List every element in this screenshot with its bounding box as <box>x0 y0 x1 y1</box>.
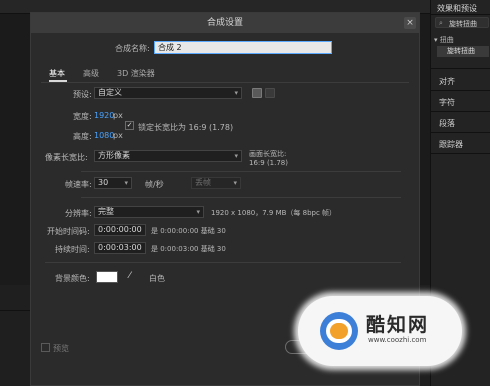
resolution-label: 分辨率: <box>65 209 92 218</box>
duration-info: 是 0:00:03:00 基础 30 <box>151 245 226 253</box>
search-icon: ⌕ <box>439 19 443 27</box>
panel-item-paragraph[interactable]: 段落 <box>439 118 455 129</box>
divider <box>431 132 490 133</box>
height-label: 高度: <box>73 132 92 141</box>
bg-color-name: 白色 <box>149 274 165 283</box>
chevron-down-icon: ▾ <box>233 179 237 187</box>
search-value: 旋转扭曲 <box>449 20 477 28</box>
bg-color-swatch[interactable] <box>96 271 118 283</box>
divider <box>431 153 490 154</box>
frame-rate-select[interactable]: 30 ▾ <box>94 177 132 189</box>
width-value[interactable]: 1920 <box>94 111 114 120</box>
preview-checkbox[interactable] <box>41 343 50 352</box>
preview-label: 预览 <box>53 344 69 353</box>
preset-value: 自定义 <box>98 88 122 97</box>
dialog-title: 合成设置 <box>31 13 419 33</box>
duration-input[interactable]: 0:00:03:00 <box>94 242 146 254</box>
start-timecode-input[interactable]: 0:00:00:00 <box>94 224 146 236</box>
frame-rate-label: 帧速率: <box>65 180 92 189</box>
logo-accent <box>330 323 348 339</box>
tab-3d-renderer[interactable]: 3D 渲染器 <box>117 68 155 79</box>
width-unit: px <box>113 111 123 120</box>
watermark-title: 酷知网 <box>366 314 430 336</box>
height-value[interactable]: 1080 <box>94 131 114 140</box>
resolution-select[interactable]: 完整 ▾ <box>94 206 204 218</box>
start-timecode-info: 是 0:00:00:00 基础 30 <box>151 227 226 235</box>
effects-presets-title: 效果和预设 <box>437 4 477 13</box>
lock-ratio-label: 锁定长宽比为 16:9 (1.78) <box>138 123 234 132</box>
effects-search-input[interactable]: ⌕ 旋转扭曲 <box>435 17 489 28</box>
start-timecode-label: 开始时间码: <box>47 227 90 236</box>
eyedropper-icon[interactable]: ⁄ <box>129 271 131 281</box>
divider <box>81 197 401 198</box>
chevron-down-icon: ▾ <box>124 179 128 187</box>
frame-rate-unit: 帧/秒 <box>145 180 164 189</box>
preset-select[interactable]: 自定义 ▾ <box>94 87 242 99</box>
divider <box>41 82 409 83</box>
divider <box>431 111 490 112</box>
chevron-down-icon: ▾ <box>234 152 238 160</box>
coozhi-watermark: 酷知网 www.coozhi.com <box>298 296 462 366</box>
frame-aspect-value: 16:9 (1.78) <box>249 159 288 167</box>
delete-preset-icon[interactable] <box>265 88 275 98</box>
divider <box>45 262 401 263</box>
panel-item-align[interactable]: 对齐 <box>439 76 455 87</box>
frame-rate-value: 30 <box>98 178 109 187</box>
watermark-url: www.coozhi.com <box>368 336 427 344</box>
tree-category-distort[interactable]: ▾ 扭曲 <box>434 35 454 45</box>
bg-color-label: 背景颜色: <box>55 274 90 283</box>
tab-basic[interactable]: 基本 <box>49 68 65 79</box>
resolution-info: 1920 x 1080，7.9 MB（每 8bpc 帧） <box>211 209 337 217</box>
panel-item-character[interactable]: 字符 <box>439 97 455 108</box>
divider <box>81 171 401 172</box>
chevron-down-icon: ▾ <box>234 89 238 97</box>
panel-item-tracker[interactable]: 跟踪器 <box>439 139 463 150</box>
pixel-aspect-label: 像素长宽比: <box>45 153 88 162</box>
comp-name-label: 合成名称: <box>115 44 150 53</box>
divider <box>431 90 490 91</box>
tree-effect-twirl[interactable]: 旋转扭曲 <box>437 46 489 57</box>
width-label: 宽度: <box>73 112 92 121</box>
divider <box>431 68 490 69</box>
height-unit: px <box>113 131 123 140</box>
preset-label: 预设: <box>73 90 92 99</box>
pixel-aspect-value: 方形像素 <box>98 151 130 160</box>
pixel-aspect-select[interactable]: 方形像素 ▾ <box>94 150 242 162</box>
coozhi-logo-icon <box>320 312 358 350</box>
frame-aspect-label: 画面长宽比: <box>249 150 287 158</box>
comp-name-input[interactable]: 合成 2 <box>154 41 332 54</box>
close-icon[interactable]: × <box>404 17 416 29</box>
tab-advanced[interactable]: 高级 <box>83 68 99 79</box>
resolution-value: 完整 <box>98 207 114 216</box>
divider <box>431 14 490 15</box>
save-preset-icon[interactable] <box>252 88 262 98</box>
chevron-down-icon: ▾ <box>196 208 200 216</box>
lock-ratio-checkbox[interactable]: ✓ <box>125 121 134 130</box>
app-root: 效果和预设 ⌕ 旋转扭曲 ▾ 扭曲 旋转扭曲 对齐 字符 段落 跟踪器 合成设置… <box>0 0 490 386</box>
drop-frame-select[interactable]: 丢帧 ▾ <box>191 177 241 189</box>
duration-label: 持续时间: <box>55 245 90 254</box>
drop-frame-value: 丢帧 <box>195 178 211 187</box>
